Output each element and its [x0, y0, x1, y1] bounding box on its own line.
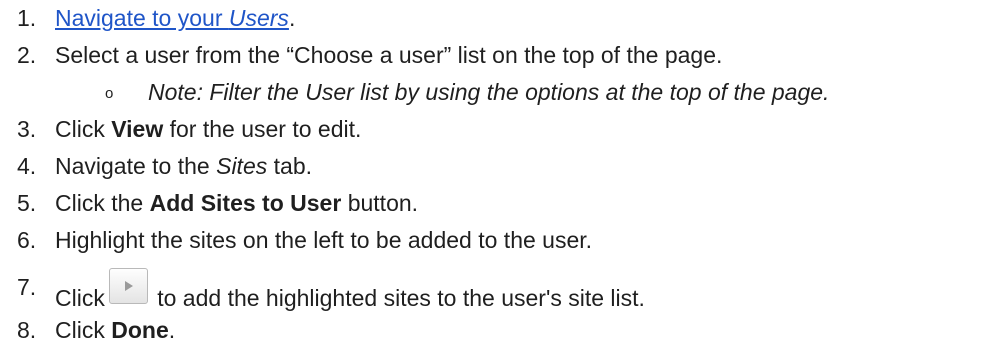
play-arrow-icon	[124, 281, 133, 291]
step-text: Select a user from the “Choose a user” l…	[55, 42, 723, 68]
step-number: 2.	[17, 42, 37, 68]
users-link[interactable]: Navigate to your Users	[55, 5, 289, 31]
done-label: Done	[111, 317, 169, 343]
step-number: 7.	[17, 274, 37, 300]
step-number: 4.	[17, 153, 37, 179]
add-sites-label: Add Sites to User	[149, 190, 342, 216]
step-number: 8.	[17, 317, 37, 343]
view-label: View	[111, 116, 164, 142]
step-number: 5.	[17, 190, 37, 216]
sites-label: Sites	[216, 153, 268, 179]
step-number: 1.	[17, 5, 37, 31]
add-arrow-button[interactable]	[108, 268, 148, 304]
note-text: Note: Filter the User list by using the …	[148, 79, 830, 105]
step-number: 3.	[17, 116, 37, 142]
step-text: Highlight the sites on the left to be ad…	[55, 227, 593, 253]
bullet-icon: o	[105, 85, 114, 102]
step-number: 6.	[17, 227, 37, 253]
